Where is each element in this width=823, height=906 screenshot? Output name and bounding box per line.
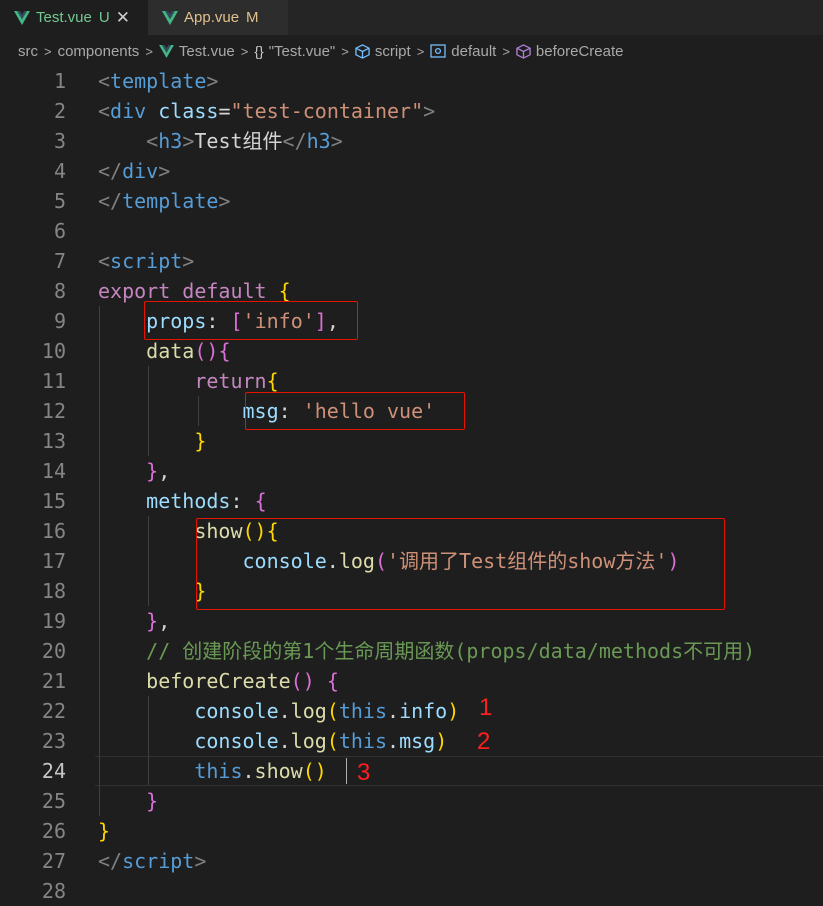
code-line: }, xyxy=(146,609,171,633)
annotation-box-props xyxy=(144,301,358,340)
chevron-right-icon: > xyxy=(145,43,153,59)
breadcrumb-default-label: default xyxy=(451,42,497,60)
chevron-right-icon: > xyxy=(240,43,249,59)
breadcrumb-default[interactable]: default xyxy=(430,43,496,60)
chevron-right-icon: > xyxy=(502,43,510,59)
breadcrumb-file-label: Test.vue xyxy=(178,42,235,60)
tab-label: App.vue xyxy=(184,9,240,26)
code-line: </div> xyxy=(98,159,171,183)
code-line: <h3>Test组件</h3> xyxy=(146,129,343,153)
text-caret xyxy=(346,758,347,784)
code-line: </template> xyxy=(98,189,231,213)
code-line: <div class="test-container"> xyxy=(98,99,436,123)
vue-icon xyxy=(162,10,178,25)
annotation-number: 3 xyxy=(357,759,371,786)
breadcrumb-script-label: script xyxy=(374,42,411,60)
vue-icon xyxy=(14,10,30,25)
code-line: } xyxy=(98,819,111,843)
code-line: this.show() xyxy=(194,759,327,783)
breadcrumb-object-label: "Test.vue" xyxy=(268,42,336,60)
cube-icon xyxy=(516,43,531,59)
breadcrumb-hook[interactable]: beforeCreate xyxy=(516,42,624,60)
tab-bar: Test.vue U ✕ App.vue M xyxy=(0,0,823,35)
breadcrumb-src[interactable]: src xyxy=(18,43,38,60)
code-line: } xyxy=(194,579,207,603)
close-icon[interactable]: ✕ xyxy=(116,8,130,28)
code-line: } xyxy=(146,789,159,813)
breadcrumb-components[interactable]: components xyxy=(58,43,140,60)
code-line: }, xyxy=(146,459,171,483)
code-line: console.log(this.msg) xyxy=(194,729,448,753)
breadcrumb-object[interactable]: {} "Test.vue" xyxy=(254,43,335,60)
breadcrumb: src > components > Test.vue > {} "Test.v… xyxy=(0,35,823,67)
annotation-number: 2 xyxy=(477,728,491,755)
field-icon xyxy=(430,44,446,58)
code-line: <template> xyxy=(98,69,219,93)
chevron-right-icon: > xyxy=(44,43,52,59)
chevron-right-icon: > xyxy=(341,43,349,59)
code-line: } xyxy=(194,429,207,453)
line-number: 28 xyxy=(41,879,66,903)
tab-label: Test.vue xyxy=(36,9,92,26)
code-line: </script> xyxy=(98,849,207,873)
annotation-number: 1 xyxy=(479,694,493,721)
vue-icon xyxy=(158,44,174,58)
code-line: console.log(this.info) xyxy=(194,699,460,723)
tab-test-vue[interactable]: Test.vue U ✕ xyxy=(0,0,148,35)
code-line: beforeCreate() { xyxy=(146,669,339,693)
breadcrumb-hook-label: beforeCreate xyxy=(535,42,624,60)
annotation-box-show xyxy=(196,518,725,610)
annotation-box-msg xyxy=(245,392,465,430)
modified-badge: M xyxy=(246,9,259,26)
code-editor[interactable]: 1 2 3 4 5 6 7 8 9 10 11 12 13 14 15 16 1… xyxy=(0,66,823,903)
breadcrumb-script[interactable]: script xyxy=(355,43,411,60)
untracked-badge: U xyxy=(98,9,110,26)
code-line: methods: { xyxy=(146,489,267,513)
chevron-right-icon: > xyxy=(416,43,425,59)
code-line: // 创建阶段的第1个生命周期函数(props/data/methods不可用) xyxy=(146,639,756,663)
breadcrumb-file[interactable]: Test.vue xyxy=(158,42,235,60)
code-line: data(){ xyxy=(146,339,231,363)
cube-icon xyxy=(355,43,370,59)
line-number: 6 xyxy=(53,219,66,243)
braces-icon: {} xyxy=(254,43,264,59)
tab-app-vue[interactable]: App.vue M xyxy=(148,0,288,35)
code-line: <script> xyxy=(98,249,195,273)
